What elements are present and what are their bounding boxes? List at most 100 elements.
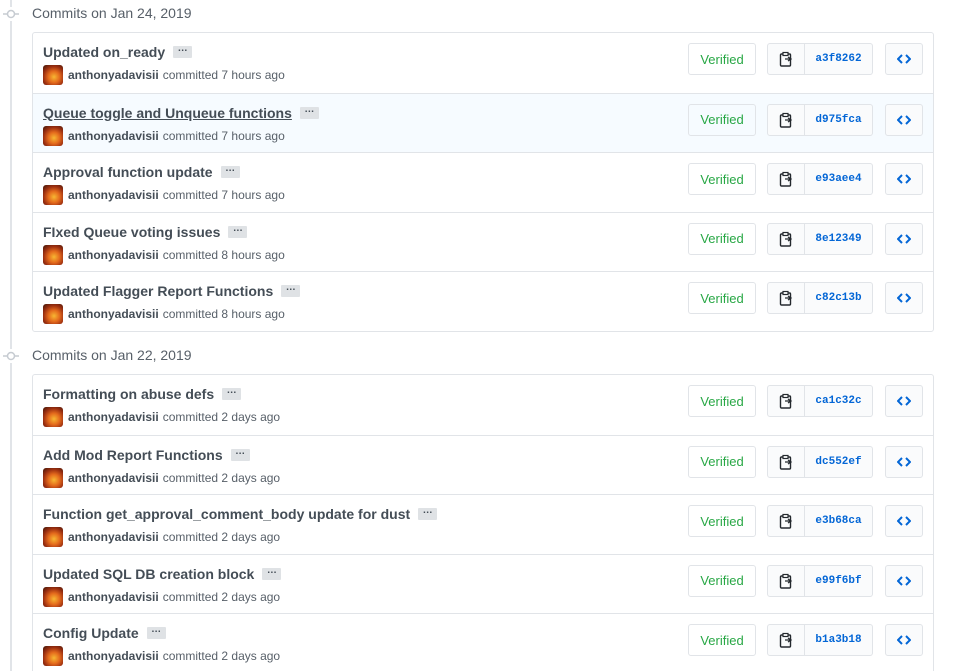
commit-author[interactable]: anthonyadavisii (68, 307, 159, 321)
browse-repo-button[interactable] (885, 564, 923, 597)
expand-message-button[interactable]: … (281, 283, 301, 297)
avatar[interactable] (43, 185, 63, 205)
browse-repo-button[interactable] (885, 282, 923, 314)
code-icon (897, 575, 911, 586)
commit-time: committed 2 days ago (162, 410, 281, 424)
commit-message[interactable]: Add Mod Report Functions (43, 447, 223, 463)
commit-message[interactable]: Approval function update (43, 164, 213, 180)
copy-sha-button[interactable] (767, 163, 805, 195)
expand-message-button[interactable]: … (418, 506, 438, 520)
commit-message[interactable]: Updated SQL DB creation block (43, 566, 254, 582)
avatar[interactable] (43, 467, 63, 488)
copy-sha-button[interactable] (767, 445, 805, 478)
commit-author[interactable]: anthonyadavisii (68, 410, 159, 424)
browse-repo-button[interactable] (885, 624, 923, 656)
expand-message-button[interactable]: … (230, 446, 250, 461)
verified-badge[interactable]: Verified (688, 163, 756, 195)
copy-sha-button[interactable] (767, 43, 805, 75)
browse-repo-button[interactable] (885, 103, 923, 136)
browse-repo-button[interactable] (885, 163, 923, 195)
commit-message[interactable]: Config Update (43, 625, 139, 641)
verified-badge[interactable]: Verified (688, 564, 756, 597)
commit-sha-link[interactable]: d975fca (805, 103, 873, 136)
commit-author[interactable]: anthonyadavisii (68, 530, 159, 544)
clipboard-icon (779, 393, 793, 409)
commit-sha-link[interactable]: 8e12349 (805, 222, 873, 255)
avatar[interactable] (43, 244, 63, 265)
expand-message-button[interactable]: … (146, 625, 166, 639)
browse-repo-button[interactable] (885, 385, 923, 417)
commit-author[interactable]: anthonyadavisii (68, 248, 159, 262)
copy-sha-button[interactable] (767, 222, 805, 255)
commit-author[interactable]: anthonyadavisii (68, 590, 159, 604)
verified-badge[interactable]: Verified (688, 445, 756, 478)
verified-badge[interactable]: Verified (688, 103, 756, 136)
commit-time: committed 2 days ago (162, 589, 281, 604)
commit-sha-link[interactable]: c82c13b (805, 282, 873, 314)
clipboard-icon (779, 454, 793, 470)
clipboard-icon (779, 573, 793, 589)
browse-repo-button[interactable] (885, 222, 923, 255)
commit-sha-link[interactable]: e99f6bf (805, 564, 873, 597)
copy-sha-button[interactable] (767, 624, 805, 656)
copy-sha-button[interactable] (767, 103, 805, 136)
clipboard-icon (779, 290, 793, 306)
code-icon (897, 456, 911, 467)
expand-message-button[interactable]: … (220, 164, 240, 178)
commit-message[interactable]: Updated Flagger Report Functions (43, 283, 273, 299)
verified-badge[interactable]: Verified (688, 222, 756, 255)
avatar[interactable] (43, 125, 63, 146)
commit-author[interactable]: anthonyadavisii (68, 68, 159, 82)
copy-sha-button[interactable] (767, 385, 805, 417)
commit-sha-link[interactable]: e3b68ca (805, 505, 873, 537)
clipboard-icon (779, 51, 793, 67)
expand-message-button[interactable]: … (299, 104, 319, 119)
verified-badge[interactable]: Verified (688, 505, 756, 537)
commit-list: Formatting on abuse defs … anthonyadavisi… (32, 374, 934, 671)
commit-time: committed 7 hours ago (162, 188, 285, 202)
avatar[interactable] (43, 65, 63, 85)
timeline-line (10, 0, 12, 671)
commit-message[interactable]: Function get_approval_comment_body updat… (43, 506, 410, 522)
verified-badge[interactable]: Verified (688, 385, 756, 417)
expand-message-button[interactable]: … (222, 386, 242, 400)
browse-repo-button[interactable] (885, 445, 923, 478)
avatar[interactable] (43, 527, 63, 547)
verified-badge[interactable]: Verified (688, 43, 756, 75)
commit-time: committed 7 hours ago (162, 128, 285, 143)
avatar[interactable] (43, 646, 63, 666)
commit-author[interactable]: anthonyadavisii (68, 129, 159, 143)
commit-message[interactable]: Formatting on abuse defs (43, 386, 214, 402)
commit-row: Function get_approval_comment_body updat… (33, 494, 933, 554)
copy-sha-button[interactable] (767, 282, 805, 314)
code-icon (897, 174, 911, 184)
commit-sha-link[interactable]: dc552ef (805, 445, 873, 478)
commit-author[interactable]: anthonyadavisii (68, 471, 159, 485)
expand-message-button[interactable]: … (228, 223, 248, 238)
git-commit-icon (3, 7, 19, 21)
commit-message[interactable]: FIxed Queue voting issues (43, 224, 220, 240)
commit-message[interactable]: Queue toggle and Unqueue functions (43, 105, 292, 121)
expand-message-button[interactable]: … (173, 44, 193, 58)
avatar[interactable] (43, 407, 63, 427)
commit-sha-link[interactable]: a3f8262 (805, 43, 873, 75)
avatar[interactable] (43, 304, 63, 324)
commit-message[interactable]: Updated on_ready (43, 44, 165, 60)
copy-sha-button[interactable] (767, 505, 805, 537)
commit-sha-link[interactable]: ca1c32c (805, 385, 873, 417)
clipboard-icon (779, 231, 793, 247)
avatar[interactable] (43, 586, 63, 607)
browse-repo-button[interactable] (885, 505, 923, 537)
copy-sha-button[interactable] (767, 564, 805, 597)
commit-author[interactable]: anthonyadavisii (68, 188, 159, 202)
verified-badge[interactable]: Verified (688, 282, 756, 314)
commit-author[interactable]: anthonyadavisii (68, 649, 159, 663)
verified-badge[interactable]: Verified (688, 624, 756, 656)
commit-group-title: Commits on Jan 24, 2019 (32, 5, 192, 21)
commit-row: Config Update … anthonyadavisii committed … (33, 613, 933, 671)
commit-sha-link[interactable]: b1a3b18 (805, 624, 873, 656)
browse-repo-button[interactable] (885, 43, 923, 75)
expand-message-button[interactable]: … (262, 565, 282, 580)
commit-sha-link[interactable]: e93aee4 (805, 163, 873, 195)
clipboard-icon (779, 632, 793, 648)
